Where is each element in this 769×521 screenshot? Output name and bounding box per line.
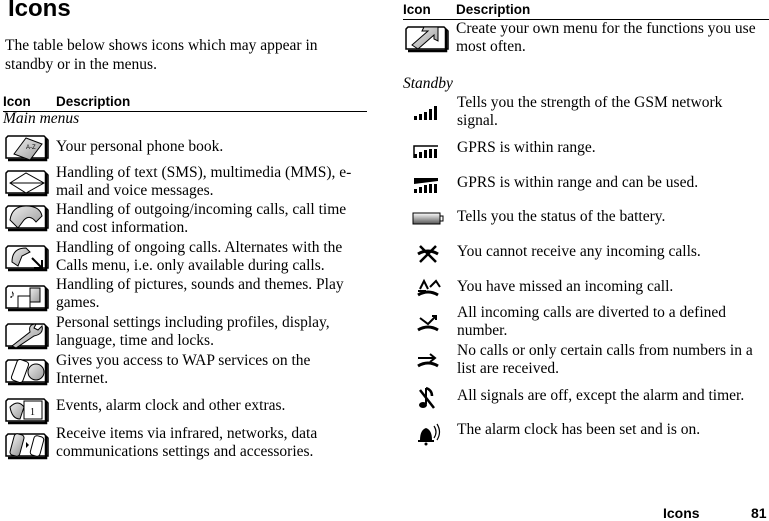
section-main-menus: Main menus bbox=[3, 110, 80, 127]
header-description: Description bbox=[456, 2, 531, 17]
entertainment-icon: ♪ bbox=[5, 285, 49, 312]
row-description: All signals are off, except the alarm an… bbox=[457, 387, 745, 404]
header-icon: Icon bbox=[403, 2, 431, 17]
silent-icon bbox=[419, 386, 435, 409]
row-description: Gives you access to WAP services on the … bbox=[56, 352, 311, 387]
svg-text:A-Z: A-Z bbox=[26, 145, 36, 151]
row-description: Handling of pictures, sounds and themes.… bbox=[56, 276, 344, 311]
row-description: Create your own menu for the functions y… bbox=[456, 20, 756, 55]
row-description: Personal settings including profiles, di… bbox=[56, 314, 330, 349]
row-description: Handling of outgoing/incoming calls, cal… bbox=[56, 201, 347, 236]
row-description: Handling of ongoing calls. Alternates wi… bbox=[56, 239, 343, 274]
row-description: Events, alarm clock and other extras. bbox=[56, 397, 286, 414]
phone-handset-icon bbox=[5, 205, 49, 232]
row-description: You have missed an incoming call. bbox=[457, 278, 674, 295]
gprs-usable-icon bbox=[414, 178, 438, 193]
envelope-icon bbox=[5, 170, 49, 197]
battery-icon bbox=[412, 212, 444, 225]
section-standby: Standby bbox=[403, 75, 453, 92]
missed-call-icon bbox=[417, 278, 441, 297]
ongoing-call-icon bbox=[5, 245, 49, 272]
row-description: The alarm clock has been set and is on. bbox=[457, 421, 701, 438]
internet-icon bbox=[5, 358, 49, 386]
phonebook-icon: A-Z bbox=[5, 135, 49, 162]
header-icon: Icon bbox=[3, 94, 31, 109]
row-description: Tells you the strength of the GSM networ… bbox=[457, 94, 723, 129]
shortcut-arrow-icon bbox=[405, 26, 449, 53]
gprs-range-icon bbox=[413, 145, 438, 158]
row-description: Handling of text (SMS), multimedia (MMS)… bbox=[56, 164, 352, 199]
row-description: No calls or only certain calls from numb… bbox=[457, 342, 753, 377]
restricted-calls-icon bbox=[417, 353, 439, 368]
page-title: Icons bbox=[8, 0, 71, 22]
intro-text: The table below shows icons which may ap… bbox=[5, 37, 318, 73]
connectivity-icon bbox=[5, 433, 49, 460]
row-description: Your personal phone book. bbox=[56, 138, 224, 155]
row-description: GPRS is within range. bbox=[457, 139, 596, 156]
footer-section: Icons bbox=[663, 505, 700, 521]
wrench-icon bbox=[5, 323, 49, 350]
row-description: GPRS is within range and can be used. bbox=[457, 174, 699, 191]
svg-text:♪: ♪ bbox=[9, 287, 15, 301]
row-description: All incoming calls are diverted to a def… bbox=[457, 304, 727, 339]
page-number: 81 bbox=[751, 505, 767, 521]
alarm-icon bbox=[418, 423, 441, 446]
call-divert-icon bbox=[417, 315, 439, 332]
signal-strength-icon bbox=[414, 106, 437, 120]
header-description: Description bbox=[56, 94, 131, 109]
table-header-right: Icon Description bbox=[403, 2, 769, 20]
svg-text:1: 1 bbox=[30, 407, 35, 418]
row-description: Tells you the status of the battery. bbox=[457, 208, 666, 225]
no-calls-icon bbox=[417, 245, 439, 263]
row-description: You cannot receive any incoming calls. bbox=[457, 243, 701, 260]
organizer-icon: 1 bbox=[5, 398, 49, 425]
row-description: Receive items via infrared, networks, da… bbox=[56, 425, 318, 460]
